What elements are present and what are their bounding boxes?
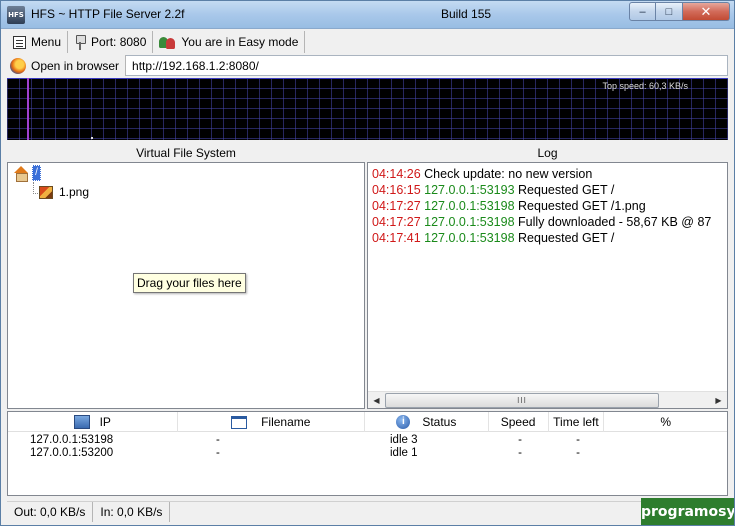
log-lines: 04:14:26 Check update: no new version 04… [372, 166, 711, 246]
vfs-file-item[interactable]: 1.png [39, 185, 89, 199]
network-icon [73, 415, 90, 429]
hfs-window: HFS HFS ~ HTTP File Server 2.2f Build 15… [0, 0, 735, 526]
column-speed-label: Speed [500, 415, 536, 429]
port-button[interactable]: Port: 8080 [68, 31, 154, 53]
log-line: 04:17:27 127.0.0.1:53198 Fully downloade… [372, 214, 711, 230]
scroll-thumb[interactable]: III [385, 393, 659, 408]
log-message: Requested GET / [518, 231, 615, 245]
in-speed-status: In: 0,0 KB/s [93, 501, 171, 522]
info-icon: i [396, 415, 411, 429]
scroll-right-icon[interactable]: ▶ [710, 392, 727, 408]
log-panel: Log 04:14:26 Check update: no new versio… [367, 144, 728, 409]
column-filename[interactable]: Filename [178, 412, 366, 432]
hfs-app-icon[interactable]: HFS [7, 6, 25, 24]
row-speed: - [518, 434, 522, 446]
connections-header: IP Filename i Status Speed Time left % [8, 412, 727, 432]
scroll-left-icon[interactable]: ◀ [368, 392, 385, 408]
row-status: idle 3 [390, 434, 418, 446]
log-header: Log [367, 144, 728, 162]
log-line: 04:14:26 Check update: no new version [372, 166, 711, 182]
column-percent-label: % [660, 415, 671, 429]
address-row: Open in browser http://192.168.1.2:8080/ [7, 55, 728, 76]
minimize-button[interactable]: – [629, 2, 656, 21]
log-time: 04:14:26 [372, 167, 421, 181]
menu-label: Menu [31, 35, 62, 49]
log-ip: 127.0.0.1:53193 [424, 183, 515, 197]
vfs-header: Virtual File System [7, 144, 365, 162]
row-status: idle 1 [390, 447, 418, 459]
log-time: 04:17:27 [372, 215, 421, 229]
menu-button[interactable]: Menu [7, 31, 69, 53]
url-field[interactable]: http://192.168.1.2:8080/ [126, 55, 728, 76]
log-message: Requested GET /1.png [518, 199, 646, 213]
status-bar: Out: 0,0 KB/s In: 0,0 KB/s [7, 501, 728, 522]
open-in-browser-button[interactable]: Open in browser [7, 55, 127, 76]
table-row[interactable]: 127.0.0.1:53198 - idle 3 - - [8, 434, 727, 447]
graph-dot [91, 137, 93, 139]
column-status-label: Status [422, 415, 457, 429]
port-label: Port: 8080 [91, 35, 147, 49]
window-icon [231, 415, 248, 429]
window-title: HFS ~ HTTP File Server 2.2f [31, 7, 185, 21]
column-ip-label: IP [99, 415, 111, 429]
users-icon [159, 36, 176, 49]
log-message: Fully downloaded - 58,67 KB @ 87 [518, 215, 712, 229]
row-time-left: - [576, 434, 580, 446]
log-box[interactable]: 04:14:26 Check update: no new version 04… [367, 162, 728, 409]
virtual-file-system-panel: Virtual File System / 1.png Drag your fi… [7, 144, 365, 409]
close-button[interactable]: ✕ [683, 2, 730, 21]
log-line: 04:16:15 127.0.0.1:53193 Requested GET / [372, 182, 711, 198]
out-speed-status: Out: 0,0 KB/s [7, 501, 94, 522]
column-status[interactable]: i Status [365, 412, 489, 432]
mode-button[interactable]: You are in Easy mode [153, 31, 306, 53]
row-ip: 127.0.0.1:53200 [30, 447, 114, 459]
open-in-browser-label: Open in browser [31, 58, 120, 73]
maximize-button[interactable]: □ [656, 2, 683, 21]
watermark-logo: programosy.pl [641, 498, 734, 525]
row-time-left: - [576, 447, 580, 459]
main-toolbar: Menu Port: 8080 You are in Easy mode [7, 31, 728, 53]
plug-icon [74, 34, 87, 50]
row-speed: - [518, 447, 522, 459]
window-controls: – □ ✕ [629, 2, 730, 21]
browser-icon [10, 57, 26, 74]
column-speed[interactable]: Speed [489, 412, 549, 432]
log-time: 04:16:15 [372, 183, 421, 197]
table-row[interactable]: 127.0.0.1:53200 - idle 1 - - [8, 447, 727, 460]
image-file-icon [39, 185, 53, 199]
top-speed-label: Top speed: 60,3 KB/s [602, 81, 688, 91]
column-time-left[interactable]: Time left [549, 412, 605, 432]
log-line: 04:17:27 127.0.0.1:53198 Requested GET /… [372, 198, 711, 214]
graph-spike [27, 78, 29, 140]
column-percent[interactable]: % [604, 412, 727, 432]
log-horizontal-scrollbar[interactable]: ◀ III ▶ [368, 391, 727, 408]
build-label: Build 155 [441, 7, 492, 21]
connections-table[interactable]: IP Filename i Status Speed Time left % 1… [7, 411, 728, 496]
column-filename-label: Filename [261, 415, 311, 429]
log-ip: 127.0.0.1:53198 [424, 215, 515, 229]
root-label: / [32, 165, 41, 181]
row-ip: 127.0.0.1:53198 [30, 434, 114, 446]
log-line: 04:17:41 127.0.0.1:53198 Requested GET / [372, 230, 711, 246]
row-filename: - [216, 447, 220, 459]
row-filename: - [216, 434, 220, 446]
vfs-tree[interactable]: / 1.png Drag your files here [7, 162, 365, 409]
mode-label: You are in Easy mode [181, 35, 299, 49]
column-time-left-label: Time left [553, 415, 599, 429]
drag-files-tooltip: Drag your files here [133, 273, 246, 293]
log-message: Requested GET / [518, 183, 615, 197]
file-name: 1.png [59, 185, 90, 199]
log-time: 04:17:27 [372, 199, 421, 213]
vfs-root-node[interactable]: / [14, 165, 41, 182]
menu-icon [13, 35, 26, 49]
title-bar[interactable]: HFS HFS ~ HTTP File Server 2.2f Build 15… [1, 1, 734, 29]
log-ip: 127.0.0.1:53198 [424, 231, 515, 245]
graph-top-line [7, 78, 728, 79]
speed-graph[interactable]: Top speed: 60,3 KB/s [7, 78, 728, 140]
column-ip[interactable]: IP [8, 412, 178, 432]
log-time: 04:17:41 [372, 231, 421, 245]
log-message: Check update: no new version [424, 167, 593, 181]
log-ip: 127.0.0.1:53198 [424, 199, 515, 213]
home-icon [14, 166, 29, 182]
